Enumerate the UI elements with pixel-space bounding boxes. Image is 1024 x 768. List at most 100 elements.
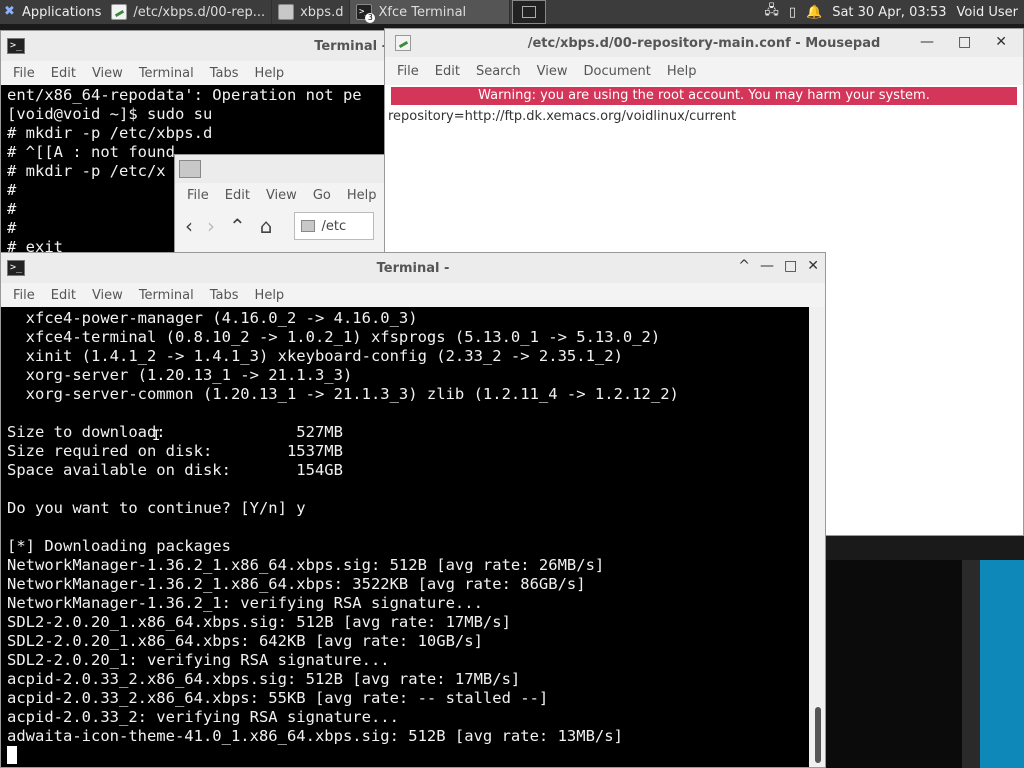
terminal-line: NetworkManager-1.36.2_1.x86_64.xbps: 352… xyxy=(7,575,586,593)
terminal-window-front[interactable]: >_ Terminal - ^ — □ ✕ File Edit View Ter… xyxy=(0,252,826,768)
menu-terminal[interactable]: Terminal xyxy=(131,66,202,81)
scrollbar-thumb[interactable] xyxy=(815,707,821,763)
taskbar-item-label: Xfce Terminal xyxy=(378,4,467,20)
window-titlebar[interactable]: >_ Terminal - ^ — □ ✕ xyxy=(1,253,825,283)
terminal-area[interactable]: xfce4-power-manager (4.16.0_2 -> 4.16.0_… xyxy=(1,307,825,767)
close-icon[interactable]: ✕ xyxy=(807,258,819,274)
notifications-bell-icon[interactable]: 🔔 xyxy=(806,5,822,20)
menu-help[interactable]: Help xyxy=(247,66,293,81)
terminal-line: Do you want to continue? [Y/n] y xyxy=(7,499,306,517)
maximize-icon[interactable]: □ xyxy=(958,34,971,50)
terminal-line: acpid-2.0.33_2.x86_64.xbps.sig: 512B [av… xyxy=(7,670,521,688)
taskbar-item-file-manager[interactable]: xbps.d xyxy=(272,0,351,24)
workspace-1[interactable] xyxy=(522,6,537,18)
terminal-output[interactable]: xfce4-power-manager (4.16.0_2 -> 4.16.0_… xyxy=(7,309,807,767)
taskbar-item-terminal[interactable]: >_ 3 Xfce Terminal xyxy=(350,0,511,24)
scrollbar[interactable] xyxy=(809,307,825,767)
menubar: File Edit Search View Document Help xyxy=(385,57,1023,85)
clock[interactable]: Sat 30 Apr, 03:53 xyxy=(832,5,946,20)
window-titlebar[interactable]: >_ Terminal - xyxy=(1,31,387,61)
applications-menu-button[interactable]: ✖ Applications xyxy=(0,0,105,24)
terminal-line: Size to download: 527MB xyxy=(7,423,343,441)
folder-icon xyxy=(179,160,201,178)
workspace-switcher[interactable] xyxy=(512,0,547,24)
folder-icon xyxy=(278,4,295,20)
minimize-icon[interactable]: — xyxy=(920,34,934,50)
terminal-line: acpid-2.0.33_2: verifying RSA signature.… xyxy=(7,708,399,726)
taskbar-item-label: /etc/xbps.d/00-rep... xyxy=(133,4,266,20)
maximize-icon[interactable]: □ xyxy=(784,258,797,274)
menu-file[interactable]: File xyxy=(179,188,217,203)
window-title: Terminal - xyxy=(376,260,450,276)
menu-view[interactable]: View xyxy=(84,288,131,303)
window-titlebar[interactable]: /etc/xbps.d/00-repository-main.conf - Mo… xyxy=(385,29,1023,57)
minimize-icon[interactable]: — xyxy=(760,258,774,274)
forward-icon[interactable]: › xyxy=(207,214,215,238)
window-controls: — □ ✕ xyxy=(920,34,1007,50)
desktop-area xyxy=(962,560,980,768)
menu-file[interactable]: File xyxy=(5,66,43,81)
terminal-prompt-line xyxy=(7,746,807,766)
menu-tabs[interactable]: Tabs xyxy=(202,288,247,303)
terminal-line: SDL2-2.0.20_1.x86_64.xbps.sig: 512B [avg… xyxy=(7,613,511,631)
menu-edit[interactable]: Edit xyxy=(217,188,258,203)
menu-view[interactable]: View xyxy=(84,66,131,81)
toolbar: ‹ › ⌃ ⌂ /etc xyxy=(175,207,389,245)
terminal-line: [void@void ~]$ sudo su xyxy=(7,105,213,123)
terminal-line: # mkdir -p /etc/xbps.d xyxy=(7,124,213,142)
location-path: /etc xyxy=(321,218,347,234)
terminal-icon: >_ xyxy=(7,260,25,276)
menu-file[interactable]: File xyxy=(5,288,43,303)
menu-file[interactable]: File xyxy=(389,64,427,79)
editor-text-area[interactable]: repository=http://ftp.dk.xemacs.org/void… xyxy=(385,105,1023,128)
terminal-line: xfce4-terminal (0.8.10_2 -> 1.0.2_1) xfs… xyxy=(7,328,661,346)
menu-help[interactable]: Help xyxy=(339,188,385,203)
window-count-badge: 3 xyxy=(365,13,376,23)
menu-document[interactable]: Document xyxy=(575,64,658,79)
user-menu[interactable]: Void User xyxy=(957,5,1018,20)
menu-edit[interactable]: Edit xyxy=(43,288,84,303)
terminal-line: NetworkManager-1.36.2_1: verifying RSA s… xyxy=(7,594,483,612)
up-icon[interactable]: ⌃ xyxy=(229,214,246,238)
menu-edit[interactable]: Edit xyxy=(43,66,84,81)
terminal-line: [*] Downloading packages xyxy=(7,537,231,555)
menu-search[interactable]: Search xyxy=(468,64,529,79)
window-title: Terminal - xyxy=(314,38,387,54)
network-icon[interactable]: 🖧 xyxy=(764,1,779,23)
terminal-line: acpid-2.0.33_2.x86_64.xbps: 55KB [avg ra… xyxy=(7,689,549,707)
mousepad-icon xyxy=(111,4,128,20)
menubar: File Edit View Terminal Tabs Help xyxy=(1,283,825,307)
mouse-text-cursor-icon: I xyxy=(152,428,161,444)
menu-view[interactable]: View xyxy=(529,64,576,79)
menu-go[interactable]: Go xyxy=(305,188,339,203)
window-controls: ^ — □ ✕ xyxy=(738,258,819,274)
menu-help[interactable]: Help xyxy=(247,288,293,303)
terminal-icon: >_ 3 xyxy=(356,4,376,23)
terminal-line: SDL2-2.0.20_1: verifying RSA signature..… xyxy=(7,651,390,669)
terminal-line: Size required on disk: 1537MB xyxy=(7,442,343,460)
location-bar[interactable]: /etc xyxy=(294,212,375,240)
menu-terminal[interactable]: Terminal xyxy=(131,288,202,303)
menu-tabs[interactable]: Tabs xyxy=(202,66,247,81)
root-warning-banner: Warning: you are using the root account.… xyxy=(391,87,1017,105)
window-titlebar[interactable] xyxy=(175,155,389,183)
desktop-wallpaper xyxy=(980,560,1024,768)
text-cursor xyxy=(7,746,17,764)
home-icon[interactable]: ⌂ xyxy=(260,214,273,238)
back-icon[interactable]: ‹ xyxy=(185,214,193,238)
terminal-line: adwaita-icon-theme-41.0_1.x86_64.xbps.si… xyxy=(7,727,623,745)
menu-view[interactable]: View xyxy=(258,188,305,203)
file-manager-window[interactable]: File Edit View Go Help ‹ › ⌃ ⌂ /etc xyxy=(174,154,390,254)
taskbar-item-mousepad[interactable]: /etc/xbps.d/00-rep... xyxy=(105,0,273,24)
shade-icon[interactable]: ^ xyxy=(738,258,750,274)
top-panel: ✖ Applications /etc/xbps.d/00-rep... xbp… xyxy=(0,0,1024,24)
menu-edit[interactable]: Edit xyxy=(427,64,468,79)
battery-icon[interactable]: ▯ xyxy=(789,5,796,20)
terminal-line: Space available on disk: 154GB xyxy=(7,461,343,479)
close-icon[interactable]: ✕ xyxy=(995,34,1007,50)
terminal-line: SDL2-2.0.20_1.x86_64.xbps: 642KB [avg ra… xyxy=(7,632,483,650)
menu-help[interactable]: Help xyxy=(659,64,705,79)
